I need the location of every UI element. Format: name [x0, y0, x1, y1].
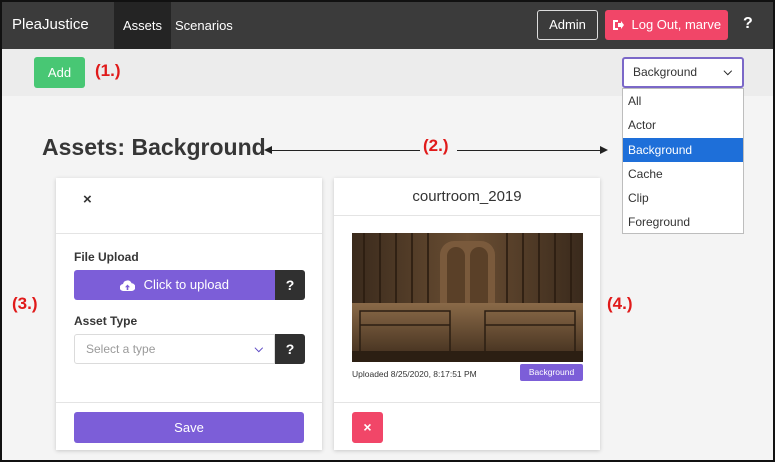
- dropdown-option-selected[interactable]: Background: [623, 137, 743, 162]
- dropdown-option[interactable]: Actor: [623, 113, 743, 137]
- admin-button[interactable]: Admin: [537, 10, 598, 40]
- brand-logo[interactable]: PleaJustice: [12, 16, 89, 33]
- dropdown-option[interactable]: All: [623, 89, 743, 113]
- screenshot-frame: PleaJustice Assets Scenarios Admin Log O…: [0, 0, 775, 462]
- asset-thumbnail[interactable]: [352, 233, 583, 362]
- dropdown-option[interactable]: Clip: [623, 186, 743, 210]
- asset-card-footer: ×: [334, 402, 600, 450]
- upload-help-button[interactable]: ?: [275, 270, 305, 300]
- filter-selected-value: Background: [633, 65, 698, 79]
- arrow-line-right: [457, 150, 602, 151]
- upload-card: × File Upload Click to upload ? Asset Ty…: [56, 178, 322, 450]
- courtroom-image: [352, 233, 583, 362]
- chevron-down-icon: ⌵: [723, 66, 732, 78]
- sign-out-icon: [612, 20, 624, 30]
- nav-scenarios[interactable]: Scenarios: [166, 2, 242, 49]
- asset-type-badge: Background: [520, 364, 583, 381]
- annotation-4: (4.): [607, 294, 633, 313]
- nav-assets[interactable]: Assets: [114, 2, 172, 49]
- asset-card-header: courtroom_2019: [334, 178, 600, 216]
- annotation-2: (2.): [423, 136, 449, 155]
- asset-type-placeholder: Select a type: [86, 342, 156, 356]
- filter-dropdown-list: All Actor Background Cache Clip Foregrou…: [622, 88, 744, 234]
- logout-button[interactable]: Log Out, marve: [605, 10, 728, 40]
- close-icon[interactable]: ×: [83, 191, 92, 208]
- dropdown-option[interactable]: Foreground: [623, 210, 743, 234]
- navbar: PleaJustice Assets Scenarios Admin Log O…: [2, 2, 773, 49]
- file-upload-label: File Upload: [74, 250, 139, 264]
- logout-label: Log Out, marve: [631, 17, 722, 32]
- upload-button[interactable]: Click to upload: [74, 270, 275, 300]
- page-title: Assets: Background: [42, 134, 266, 160]
- asset-type-help-button[interactable]: ?: [275, 334, 305, 364]
- annotation-1: (1.): [95, 61, 121, 80]
- help-icon[interactable]: ?: [743, 15, 753, 33]
- upload-button-label: Click to upload: [143, 277, 229, 292]
- chevron-down-icon: ⌵: [254, 343, 263, 355]
- delete-button[interactable]: ×: [352, 412, 383, 443]
- cloud-upload-icon: [119, 280, 136, 292]
- save-button[interactable]: Save: [74, 412, 304, 443]
- asset-type-label: Asset Type: [74, 314, 138, 328]
- add-button[interactable]: Add: [34, 57, 85, 88]
- asset-type-select[interactable]: Select a type ⌵: [74, 334, 275, 364]
- asset-type-filter[interactable]: Background ⌵: [622, 57, 744, 88]
- upload-card-header: ×: [56, 178, 322, 234]
- upload-card-footer: Save: [56, 402, 322, 450]
- dropdown-option[interactable]: Cache: [623, 162, 743, 186]
- arrow-line-left: [270, 150, 420, 151]
- arrow-head-right: [600, 146, 608, 154]
- annotation-3: (3.): [12, 294, 38, 313]
- asset-name: courtroom_2019: [412, 188, 522, 205]
- asset-card: courtroom_2019 Uploaded 8/25/2020, 8:17:…: [334, 178, 600, 450]
- uploaded-timestamp: Uploaded 8/25/2020, 8:17:51 PM: [352, 369, 477, 379]
